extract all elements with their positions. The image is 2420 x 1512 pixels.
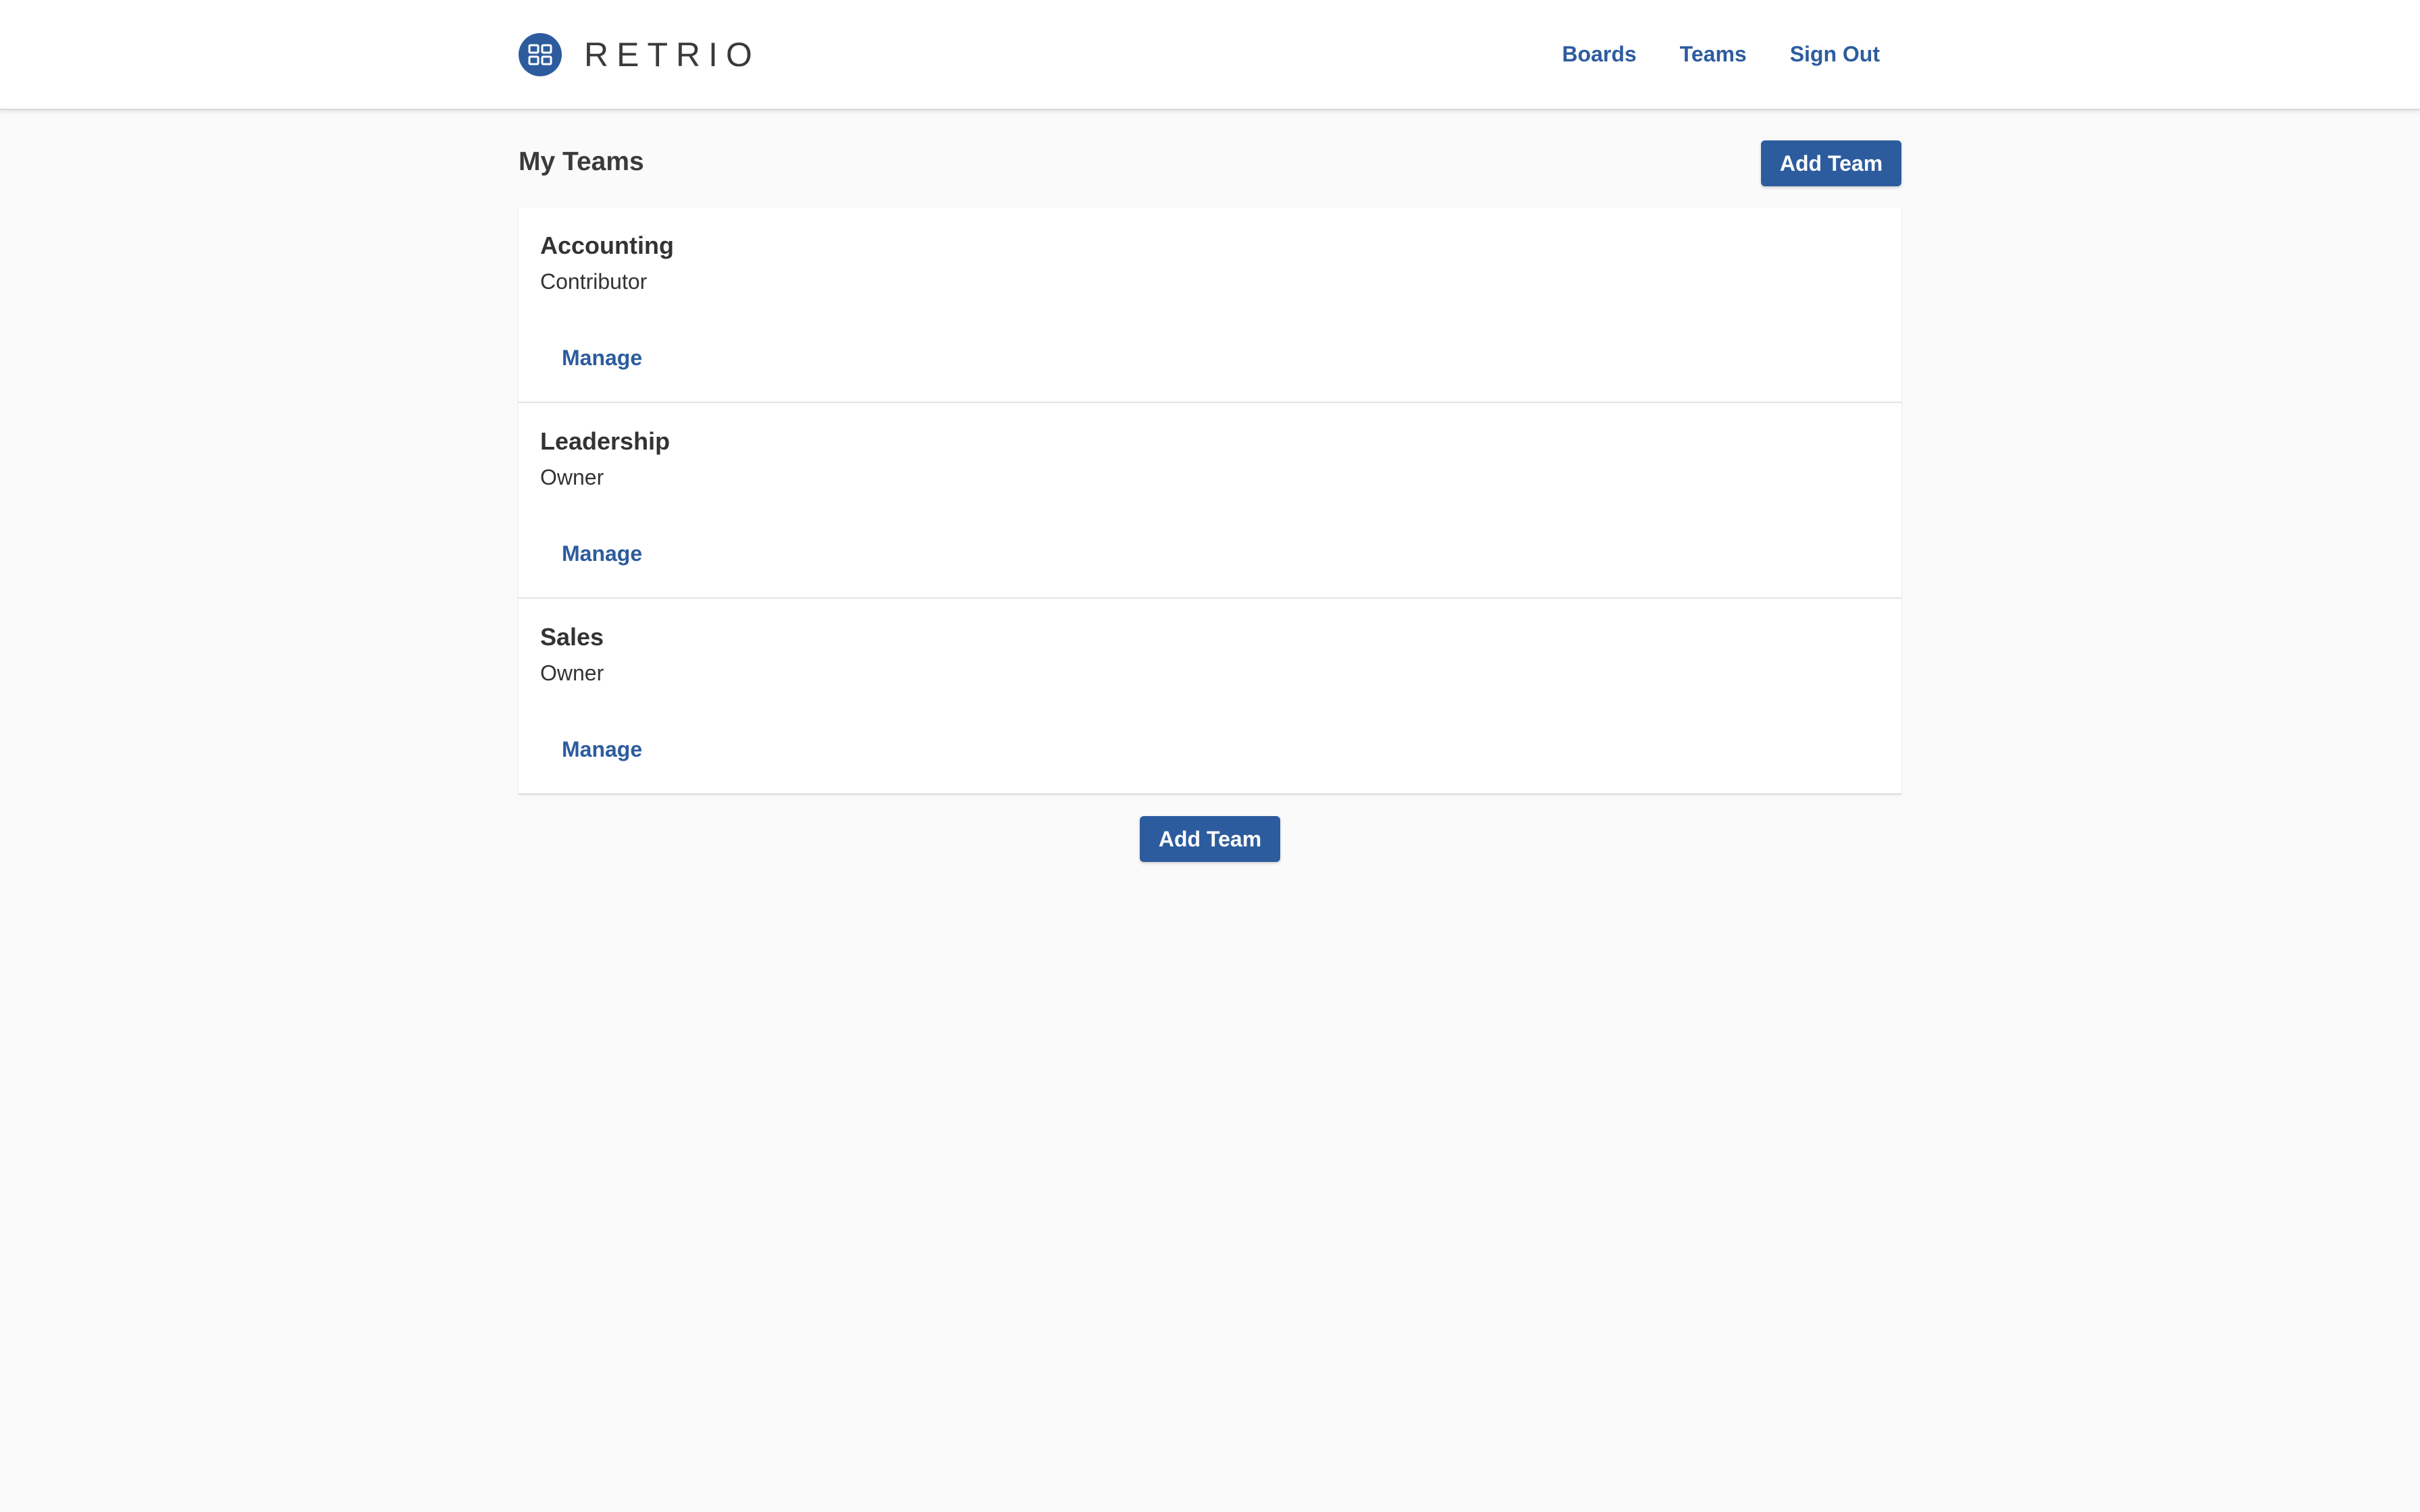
brand[interactable]: RETRIO [519,32,760,77]
nav-link-teams[interactable]: Teams [1658,42,1768,67]
bottom-actions: Add Team [519,794,1901,869]
nav-link-sign-out[interactable]: Sign Out [1768,42,1901,67]
manage-button-accounting[interactable]: Manage [562,346,642,371]
add-team-button-top[interactable]: Add Team [1761,140,1901,186]
team-list: Accounting Contributor Manage Leadership… [519,207,1901,794]
team-role: Owner [540,661,604,685]
add-team-button-bottom[interactable]: Add Team [1140,816,1280,862]
team-name: Accounting [540,232,674,259]
main-content: My Teams Add Team Accounting Contributor… [519,110,1901,869]
page-title: My Teams [519,147,644,176]
manage-button-leadership[interactable]: Manage [562,541,642,566]
team-name: Sales [540,623,604,651]
nav-link-boards[interactable]: Boards [1540,42,1658,67]
team-role: Owner [540,465,604,489]
team-role: Contributor [540,269,648,294]
grid-icon [519,33,562,76]
main-nav: Boards Teams Sign Out [1540,0,1901,108]
team-name: Leadership [540,427,670,455]
manage-button-sales[interactable]: Manage [562,737,642,762]
title-row: My Teams Add Team [519,110,1901,207]
team-card-leadership: Leadership Owner Manage [519,403,1901,599]
team-card-sales: Sales Owner Manage [519,599,1901,794]
app-header: RETRIO Boards Teams Sign Out [0,0,2420,110]
team-card-accounting: Accounting Contributor Manage [519,207,1901,403]
brand-name: RETRIO [584,36,760,74]
